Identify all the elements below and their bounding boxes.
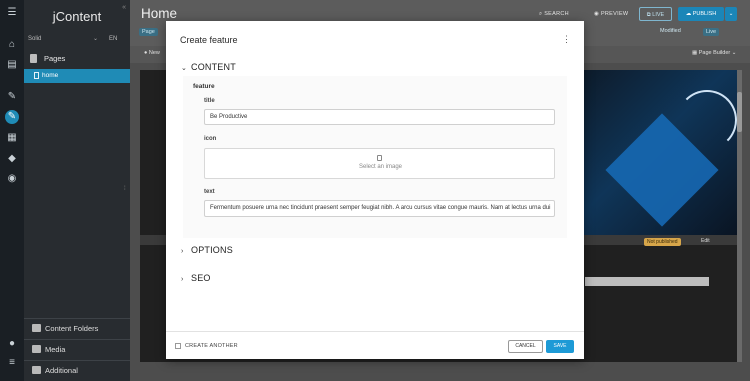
search-button[interactable]: ⌕ SEARCH [539, 11, 569, 18]
collapse-sidebar-button[interactable]: « [122, 4, 126, 11]
chevron-down-icon: ⌄ [181, 65, 188, 72]
field-group-label: feature [193, 83, 215, 90]
sidebar-item-label: Additional [45, 366, 78, 375]
dialog-title: Create feature [180, 35, 238, 45]
chevron-right-icon: › [181, 248, 184, 255]
preview-button[interactable]: ◉ PREVIEW [594, 11, 628, 17]
pages-label: Pages [44, 54, 66, 63]
edit-icon[interactable]: ✎ [5, 90, 19, 104]
publish-label: PUBLISH [692, 11, 717, 17]
checkbox-box[interactable] [175, 343, 181, 349]
page-builder-button[interactable]: ▦ Page Builder ⌄ [692, 50, 736, 56]
home-icon[interactable]: ⌂ [5, 38, 19, 52]
cancel-button[interactable]: CANCEL [508, 340, 543, 353]
section-title: SEO [191, 273, 211, 283]
tree-item-home[interactable]: home [24, 69, 130, 83]
placeholder-bar [585, 277, 709, 286]
live-status: Live [703, 28, 720, 36]
edit-link[interactable]: Edit [701, 238, 710, 244]
page-type-badge: Page [139, 28, 158, 36]
image-icon [377, 155, 382, 161]
burger-icon[interactable]: ≡ [5, 356, 19, 370]
new-label: New [148, 50, 160, 56]
sidebar-item-media[interactable]: Media [24, 339, 130, 357]
section-content-toggle[interactable]: ⌄ CONTENT [181, 62, 236, 72]
more-options-icon[interactable]: ⋮ [562, 34, 571, 45]
site-selector[interactable]: Solid [28, 36, 41, 42]
section-seo-toggle[interactable]: › SEO [181, 273, 211, 283]
field-label-text: text [204, 189, 215, 195]
new-button[interactable]: ● New [144, 50, 160, 56]
live-label: LIVE [652, 12, 665, 18]
modified-status: Modified [660, 28, 681, 34]
content-icon[interactable]: ✎ [5, 110, 19, 124]
create-feature-dialog: Create feature ⋮ ⌄ CONTENT feature title … [166, 21, 584, 359]
tree-item-label: home [42, 72, 59, 79]
text-input[interactable]: Fermentum posuere urna nec tincidunt pra… [204, 200, 555, 217]
app-brand: jContent [52, 9, 102, 24]
site-selector-row: Solid ⌄ EN [24, 36, 130, 47]
sidebar: jContent « Solid ⌄ EN Pages home ⁞ Conte… [24, 0, 130, 381]
preview-label: PREVIEW [600, 11, 629, 17]
scrollbar-thumb[interactable] [737, 92, 742, 132]
compass-icon[interactable]: ◉ [5, 172, 19, 186]
hero-image [582, 70, 738, 235]
clipboard-icon[interactable]: ▤ [5, 58, 19, 72]
title-input[interactable]: Be Productive [204, 109, 555, 125]
sidebar-item-label: Content Folders [45, 324, 99, 333]
not-published-badge: Not published [644, 238, 681, 246]
sidebar-item-label: Media [45, 345, 66, 354]
dialog-footer: CREATE ANOTHER CANCEL SAVE [166, 331, 584, 359]
section-title: OPTIONS [191, 245, 233, 255]
pages-icon [30, 54, 37, 63]
image-picker-placeholder: Select an image [358, 164, 403, 170]
publish-button[interactable]: ☁ PUBLISH [678, 7, 724, 21]
page-icon [34, 72, 39, 79]
search-label: SEARCH [544, 11, 569, 17]
image-picker[interactable]: Select an image [204, 148, 555, 179]
folder-icon [32, 324, 41, 332]
page-builder-label: Page Builder [698, 50, 731, 56]
user-icon[interactable]: ● [5, 337, 19, 351]
language-selector[interactable]: EN [109, 36, 117, 42]
image-icon [32, 345, 41, 353]
save-button[interactable]: SAVE [546, 340, 574, 353]
live-button[interactable]: ⧉ LIVE [639, 7, 672, 21]
icon-rail: ☰ ⌂ ▤ ✎ ✎ ▦ ◆ ◉ ● ≡ [0, 0, 24, 381]
grid-icon [32, 366, 41, 374]
checkbox-label: CREATE ANOTHER [185, 343, 238, 349]
field-label-icon: icon [204, 136, 217, 142]
page-title: Home [141, 6, 178, 21]
calendar-icon[interactable]: ▦ [5, 131, 19, 145]
menu-icon[interactable]: ☰ [5, 6, 19, 20]
field-label-title: title [204, 98, 215, 104]
resize-handle[interactable]: ⁞ [124, 186, 126, 192]
sidebar-item-content-folders[interactable]: Content Folders [24, 318, 130, 336]
tag-icon[interactable]: ◆ [5, 152, 19, 166]
section-title: CONTENT [191, 62, 236, 72]
section-options-toggle[interactable]: › OPTIONS [181, 245, 233, 255]
publish-menu-button[interactable]: ⌄ [725, 7, 737, 21]
pages-section[interactable]: Pages [24, 52, 130, 66]
sidebar-item-additional[interactable]: Additional [24, 360, 130, 378]
content-section-body: feature title Be Productive icon Select … [183, 76, 567, 238]
chevron-right-icon: › [181, 276, 184, 283]
chevron-down-icon[interactable]: ⌄ [93, 35, 98, 42]
